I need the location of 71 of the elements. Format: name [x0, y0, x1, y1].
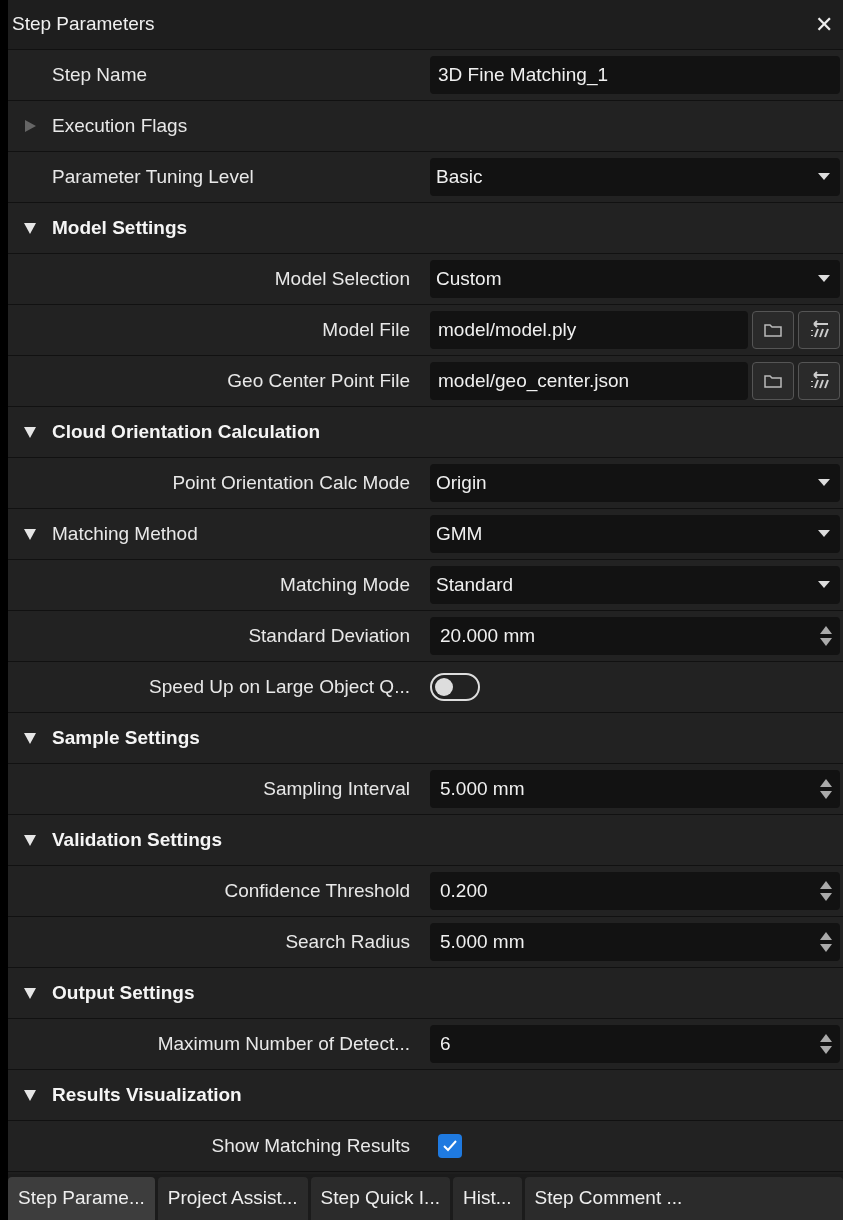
dropdown-caret-icon: [818, 173, 830, 181]
panel-tab[interactable]: Hist...: [452, 1177, 522, 1220]
parameter-label: Standard Deviation: [248, 623, 410, 648]
parameter-label: Confidence Threshold: [224, 878, 410, 903]
file-path-field[interactable]: model/geo_center.json: [430, 362, 748, 400]
dropdown[interactable]: Basic: [430, 158, 840, 196]
spin-arrows-icon: [820, 932, 832, 952]
folder-icon: [763, 322, 783, 338]
number-field[interactable]: 5.000 mm: [430, 770, 840, 808]
parameter-label: Sampling Interval: [263, 776, 410, 801]
number-field[interactable]: 5.000 mm: [430, 923, 840, 961]
section-title: Sample Settings: [52, 725, 200, 750]
number-field[interactable]: 0.200: [430, 872, 840, 910]
window-title: Step Parameters: [12, 12, 155, 37]
close-button[interactable]: ✕: [815, 8, 833, 41]
checkmark-icon: [442, 1139, 458, 1153]
expanded-arrow-icon[interactable]: [23, 527, 37, 541]
browse-folder-button[interactable]: [752, 362, 794, 400]
parameter-label: Model Selection: [274, 266, 410, 291]
dropdown[interactable]: Standard: [430, 566, 840, 604]
dropdown-caret-icon: [818, 275, 830, 283]
spin-arrows-icon: [820, 881, 832, 901]
parameter-label: Matching Method: [52, 521, 198, 546]
parameter-label: Matching Mode: [280, 572, 410, 597]
section-title: Output Settings: [52, 980, 195, 1005]
panel-tab[interactable]: Step Comment ...: [524, 1177, 843, 1220]
parameter-label: Search Radius: [285, 929, 410, 954]
parameter-label: Parameter Tuning Level: [52, 164, 254, 189]
spin-arrows-icon: [820, 779, 832, 799]
number-field[interactable]: 6: [430, 1025, 840, 1063]
section-title: Results Visualization: [52, 1082, 242, 1107]
parameter-label: Execution Flags: [52, 113, 188, 138]
parameter-label: Model File: [322, 317, 410, 342]
expanded-arrow-icon[interactable]: [23, 221, 37, 235]
expanded-arrow-icon[interactable]: [23, 986, 37, 1000]
expanded-arrow-icon[interactable]: [23, 833, 37, 847]
dropdown[interactable]: Origin: [430, 464, 840, 502]
checkbox[interactable]: [438, 1134, 462, 1158]
dropdown-caret-icon: [818, 581, 830, 589]
panel-tab[interactable]: Step Quick I...: [310, 1177, 450, 1220]
expanded-arrow-icon[interactable]: [23, 731, 37, 745]
toggle-switch[interactable]: [430, 673, 480, 701]
dropdown-caret-icon: [818, 530, 830, 538]
expanded-arrow-icon[interactable]: [23, 1088, 37, 1102]
parameter-label: Maximum Number of Detect...: [157, 1031, 410, 1056]
arrow-slashes-icon: [808, 371, 830, 391]
file-path-field[interactable]: model/model.ply: [430, 311, 748, 349]
spin-arrows-icon: [820, 1034, 832, 1054]
parameter-label: Geo Center Point File: [227, 368, 410, 393]
expanded-arrow-icon[interactable]: [23, 425, 37, 439]
parameter-label: Point Orientation Calc Mode: [172, 470, 410, 495]
panel-tab[interactable]: Project Assist...: [157, 1177, 308, 1220]
number-field[interactable]: 20.000 mm: [430, 617, 840, 655]
panel-tab[interactable]: Step Parame...: [8, 1177, 155, 1220]
text-field[interactable]: 3D Fine Matching_1: [430, 56, 840, 94]
parameter-label: Step Name: [52, 62, 148, 87]
parameter-label: Speed Up on Large Object Q...: [149, 674, 410, 699]
dropdown[interactable]: GMM: [430, 515, 840, 553]
section-title: Validation Settings: [52, 827, 222, 852]
path-button[interactable]: [798, 311, 840, 349]
collapsed-arrow-icon[interactable]: [23, 119, 37, 133]
browse-folder-button[interactable]: [752, 311, 794, 349]
path-button[interactable]: [798, 362, 840, 400]
section-title: Cloud Orientation Calculation: [52, 419, 321, 444]
arrow-slashes-icon: [808, 320, 830, 340]
folder-icon: [763, 373, 783, 389]
dropdown[interactable]: Custom: [430, 260, 840, 298]
dropdown-caret-icon: [818, 479, 830, 487]
parameter-label: Show Matching Results: [211, 1133, 410, 1158]
spin-arrows-icon: [820, 626, 832, 646]
section-title: Model Settings: [52, 215, 188, 240]
